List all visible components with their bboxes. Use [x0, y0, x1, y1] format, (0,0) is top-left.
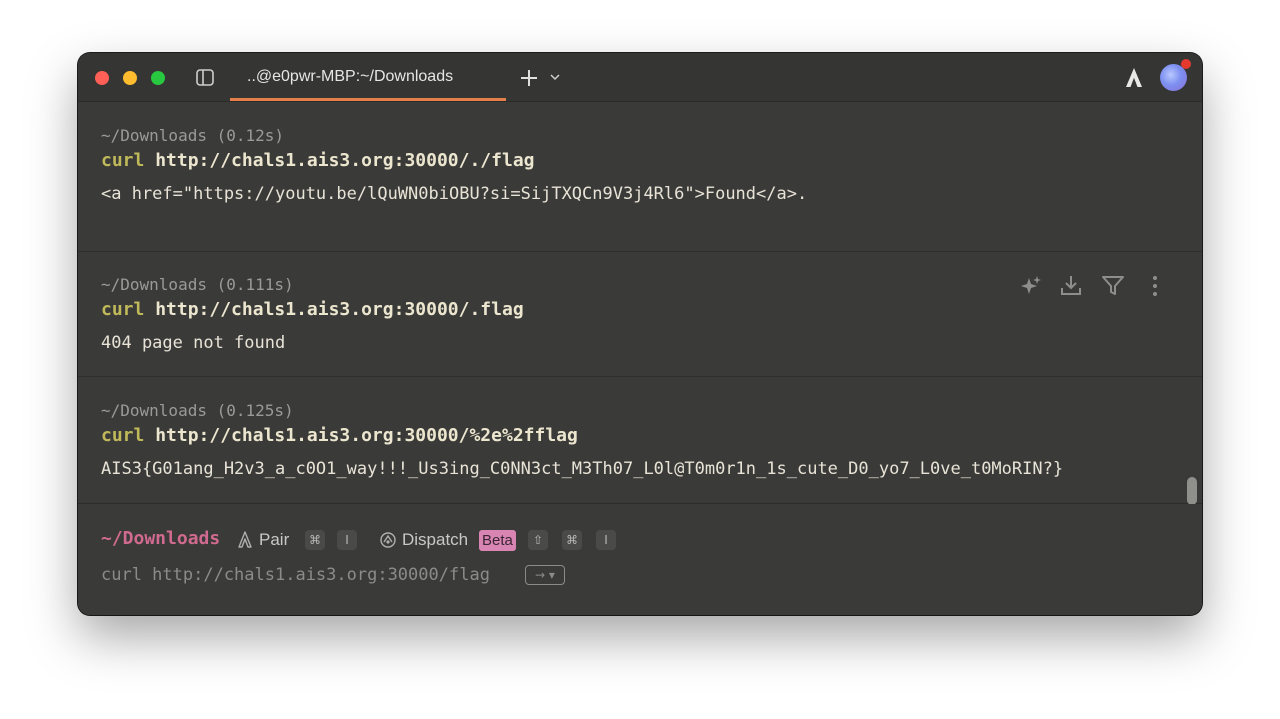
- pair-button[interactable]: Pair: [259, 530, 289, 550]
- more-vertical-icon[interactable]: [1142, 273, 1168, 299]
- block-meta: ~/Downloads (0.12s): [101, 126, 285, 145]
- terminal-window: ..@e0pwr-MBP:~/Downloads ~/Downloads (0.…: [78, 53, 1202, 615]
- accept-suggestion-hint[interactable]: → ▾: [525, 565, 565, 585]
- chevron-down-icon[interactable]: [550, 73, 560, 81]
- tab-downloads[interactable]: ..@e0pwr-MBP:~/Downloads: [230, 53, 506, 101]
- block-command: curl http://chals1.ais3.org:30000/%2e%2f…: [101, 425, 578, 446]
- command-input[interactable]: curl http://chals1.ais3.org:30000/flag: [101, 565, 490, 585]
- beta-badge: Beta: [479, 530, 516, 551]
- ai-sparkle-icon[interactable]: [1018, 273, 1044, 299]
- prompt-row: ~/Downloads Pair ⌘ I Dispatch Beta ⇧ ⌘ I: [101, 528, 1181, 552]
- warp-logo-icon[interactable]: [1124, 67, 1144, 89]
- block-command: curl http://chals1.ais3.org:30000/./flag: [101, 150, 535, 171]
- minimize-window-button[interactable]: [123, 71, 137, 85]
- dispatch-button[interactable]: Dispatch: [402, 530, 468, 550]
- block-output: AIS3{G01ang_H2v3_a_c0O1_way!!!_Us3ing_C0…: [101, 459, 1064, 479]
- download-icon[interactable]: [1058, 273, 1084, 299]
- shortcut-key: I: [596, 530, 616, 550]
- title-bar: ..@e0pwr-MBP:~/Downloads: [78, 53, 1202, 102]
- block-meta: ~/Downloads (0.125s): [101, 401, 294, 420]
- command-program: curl: [101, 150, 145, 171]
- command-argument: http://chals1.ais3.org:30000/%2e%2fflag: [144, 425, 578, 446]
- shortcut-key: I: [337, 530, 357, 550]
- command-program: curl: [101, 425, 145, 446]
- block-command: curl http://chals1.ais3.org:30000/.flag: [101, 299, 524, 320]
- block-output: 404 page not found: [101, 333, 286, 353]
- command-block[interactable]: ~/Downloads (0.12s) curl http://chals1.a…: [78, 102, 1202, 252]
- shortcut-key: ⇧: [528, 530, 548, 550]
- active-tab-indicator: [230, 98, 506, 101]
- scrollbar-thumb[interactable]: [1187, 477, 1197, 505]
- block-output: <a href="https://youtu.be/lQuWN0biOBU?si…: [101, 184, 808, 204]
- command-program: curl: [101, 299, 145, 320]
- zoom-window-button[interactable]: [151, 71, 165, 85]
- command-argument: http://chals1.ais3.org:30000/.flag: [144, 299, 524, 320]
- block-meta: ~/Downloads (0.111s): [101, 275, 294, 294]
- notification-badge: [1181, 59, 1191, 69]
- new-tab-plus-icon[interactable]: [518, 67, 540, 89]
- shortcut-key: ⌘: [562, 530, 582, 550]
- command-argument: http://chals1.ais3.org:30000/./flag: [144, 150, 535, 171]
- filter-icon[interactable]: [1100, 273, 1126, 299]
- command-block[interactable]: ~/Downloads (0.111s) curl http://chals1.…: [78, 252, 1202, 377]
- block-actions: [1018, 273, 1168, 299]
- dispatch-icon[interactable]: [379, 531, 397, 549]
- close-window-button[interactable]: [95, 71, 109, 85]
- sidebar-toggle-icon[interactable]: [196, 69, 214, 86]
- shortcut-key: ⌘: [305, 530, 325, 550]
- pair-agent-icon[interactable]: [238, 531, 252, 548]
- input-area[interactable]: ~/Downloads Pair ⌘ I Dispatch Beta ⇧ ⌘ I…: [78, 504, 1202, 615]
- tab-title: ..@e0pwr-MBP:~/Downloads: [247, 68, 454, 85]
- prompt-directory: ~/Downloads: [101, 528, 221, 549]
- command-block[interactable]: ~/Downloads (0.125s) curl http://chals1.…: [78, 377, 1202, 504]
